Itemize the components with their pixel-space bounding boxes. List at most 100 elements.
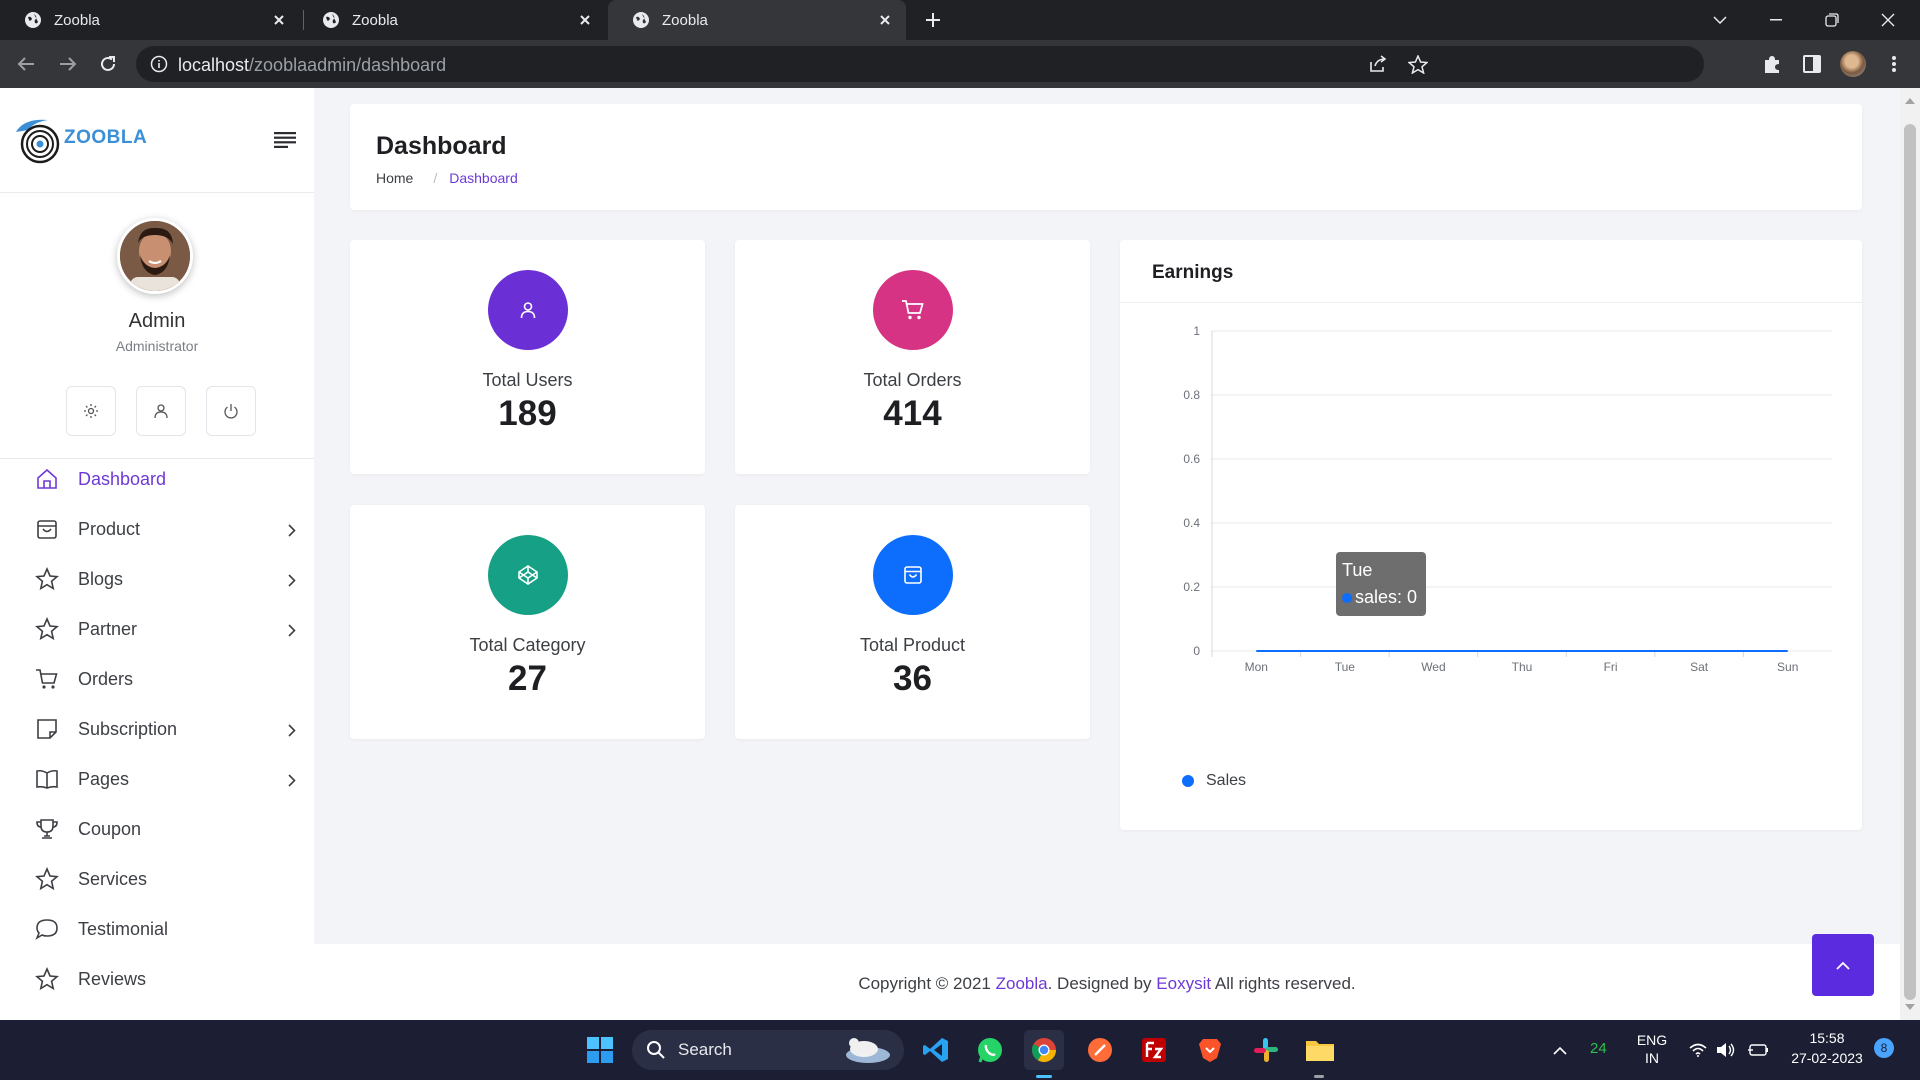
- weather-temperature[interactable]: 24: [1590, 1040, 1607, 1057]
- wifi-icon[interactable]: [1684, 1030, 1712, 1070]
- side-panel-icon[interactable]: [1800, 52, 1824, 76]
- star-icon: [34, 566, 60, 592]
- scroll-down-arrow[interactable]: [1905, 1004, 1915, 1010]
- sidebar-item-label: Subscription: [78, 718, 178, 739]
- sidebar-item-label: Coupon: [78, 818, 142, 839]
- breadcrumb-home[interactable]: Home: [376, 170, 413, 186]
- vscode-icon[interactable]: [916, 1030, 956, 1070]
- browser-menu-icon[interactable]: [1882, 52, 1906, 76]
- url-text[interactable]: localhost/zooblaadmin/dashboard: [178, 55, 446, 76]
- brave-icon[interactable]: [1190, 1030, 1230, 1070]
- stat-value: 414: [883, 394, 942, 433]
- chart-legend[interactable]: Sales: [1182, 772, 1246, 790]
- breadcrumb-separator: /: [433, 170, 438, 186]
- browser-tab-active[interactable]: Zoobla: [608, 0, 906, 40]
- bookmark-star-icon[interactable]: [1407, 54, 1429, 79]
- notification-badge[interactable]: 8: [1874, 1038, 1894, 1058]
- scrollbar-thumb[interactable]: [1904, 124, 1916, 1000]
- sidebar-item-label: Orders: [78, 668, 134, 689]
- x-tick-label: Tue: [1335, 660, 1356, 674]
- bag-icon: [904, 566, 922, 584]
- filezilla-icon[interactable]: [1134, 1030, 1174, 1070]
- stat-label: Total Category: [469, 635, 586, 655]
- reload-button[interactable]: [94, 50, 122, 78]
- copyright-prefix: Copyright © 2021: [858, 974, 991, 993]
- chrome-icon[interactable]: [1024, 1030, 1064, 1070]
- show-hidden-icons-button[interactable]: [1542, 1030, 1578, 1070]
- sidebar-item-label: Partner: [78, 618, 138, 639]
- extensions-puzzle-icon[interactable]: [1760, 52, 1784, 76]
- postman-icon[interactable]: [1080, 1030, 1120, 1070]
- brand-link[interactable]: Zoobla: [996, 974, 1048, 993]
- share-icon[interactable]: [1368, 55, 1388, 78]
- profile-button[interactable]: [136, 386, 186, 436]
- chevron-up-icon: [1836, 961, 1850, 970]
- browser-tab[interactable]: Zoobla: [300, 0, 606, 40]
- chevron-right-icon: [288, 771, 296, 792]
- file-explorer-icon[interactable]: [1300, 1030, 1340, 1070]
- sidebar-toggle-icon[interactable]: [274, 132, 296, 153]
- globe-icon: [633, 12, 649, 28]
- codepen-icon: [518, 565, 538, 585]
- close-tab-icon[interactable]: [268, 9, 290, 31]
- close-window-button[interactable]: [1860, 0, 1916, 40]
- sidebar-item-subscription[interactable]: Subscription: [0, 704, 314, 754]
- stat-card-category: Total Category 27: [350, 505, 705, 739]
- scroll-up-arrow[interactable]: [1905, 98, 1915, 104]
- sidebar-item-blogs[interactable]: Blogs: [0, 554, 314, 604]
- site-info-icon[interactable]: [150, 55, 168, 78]
- earnings-chart[interactable]: 0 0.2 0.4 0.6 0.8 1 Mon Tue Wed Thu Fri Sat Sun: [1120, 303, 1862, 803]
- volume-icon[interactable]: [1712, 1030, 1740, 1070]
- search-icon: [647, 1041, 665, 1059]
- star-icon: [34, 866, 60, 892]
- close-tab-icon[interactable]: [574, 9, 596, 31]
- region-code: IN: [1645, 1050, 1659, 1066]
- tab-search-button[interactable]: [1692, 0, 1748, 40]
- page-scrollbar[interactable]: [1900, 88, 1920, 1020]
- restore-button[interactable]: [1804, 0, 1860, 40]
- logout-button[interactable]: [206, 386, 256, 436]
- close-tab-icon[interactable]: [874, 9, 896, 31]
- language-indicator[interactable]: ENG IN: [1632, 1032, 1672, 1066]
- whatsapp-icon[interactable]: [970, 1030, 1010, 1070]
- sidebar-item-dashboard[interactable]: Dashboard: [0, 454, 314, 504]
- sidebar-item-orders[interactable]: Orders: [0, 654, 314, 704]
- windows-start-button[interactable]: [580, 1030, 620, 1070]
- page-content: ZOOBLA Admin Administrator Dashboard Pro…: [0, 88, 1900, 1020]
- stat-icon-circle: [488, 270, 568, 350]
- settings-button[interactable]: [66, 386, 116, 436]
- x-tick-label: Fri: [1604, 660, 1618, 674]
- sidebar-item-services[interactable]: Services: [0, 854, 314, 904]
- clock[interactable]: 15:58 27-02-2023: [1784, 1030, 1870, 1066]
- logo[interactable]: ZOOBLA: [14, 112, 147, 164]
- slack-icon[interactable]: [1246, 1030, 1286, 1070]
- battery-icon[interactable]: [1744, 1030, 1772, 1070]
- designer-link[interactable]: Eoxysit: [1156, 974, 1211, 993]
- y-tick-label: 0.6: [1183, 452, 1200, 466]
- chevron-right-icon: [288, 521, 296, 542]
- sidebar-item-reviews[interactable]: Reviews: [0, 954, 314, 1004]
- browser-tab[interactable]: Zoobla: [0, 0, 300, 40]
- sidebar-item-coupon[interactable]: Coupon: [0, 804, 314, 854]
- minimize-button[interactable]: [1748, 0, 1804, 40]
- x-tick-label: Mon: [1245, 660, 1268, 674]
- sidebar-item-testimonial[interactable]: Testimonial: [0, 904, 314, 954]
- sidebar-item-partner[interactable]: Partner: [0, 604, 314, 654]
- note-icon: [34, 716, 60, 742]
- stat-value: 36: [893, 659, 932, 698]
- address-bar[interactable]: localhost/zooblaadmin/dashboard: [136, 46, 1704, 82]
- sidebar-item-product[interactable]: Product: [0, 504, 314, 554]
- scroll-to-top-button[interactable]: [1812, 934, 1874, 996]
- trophy-icon: [34, 816, 60, 842]
- breadcrumb-current: Dashboard: [449, 170, 518, 186]
- star-icon: [34, 616, 60, 642]
- taskbar-search[interactable]: Search: [632, 1030, 904, 1070]
- new-tab-button[interactable]: [920, 7, 946, 33]
- profile-avatar[interactable]: [1840, 51, 1866, 77]
- sidebar-item-pages[interactable]: Pages: [0, 754, 314, 804]
- forward-button[interactable]: [54, 50, 82, 78]
- tab-title: Zoobla: [54, 11, 100, 29]
- back-button[interactable]: [12, 50, 40, 78]
- search-highlight-image-icon: [846, 1038, 890, 1063]
- y-tick-label: 0.8: [1183, 388, 1200, 402]
